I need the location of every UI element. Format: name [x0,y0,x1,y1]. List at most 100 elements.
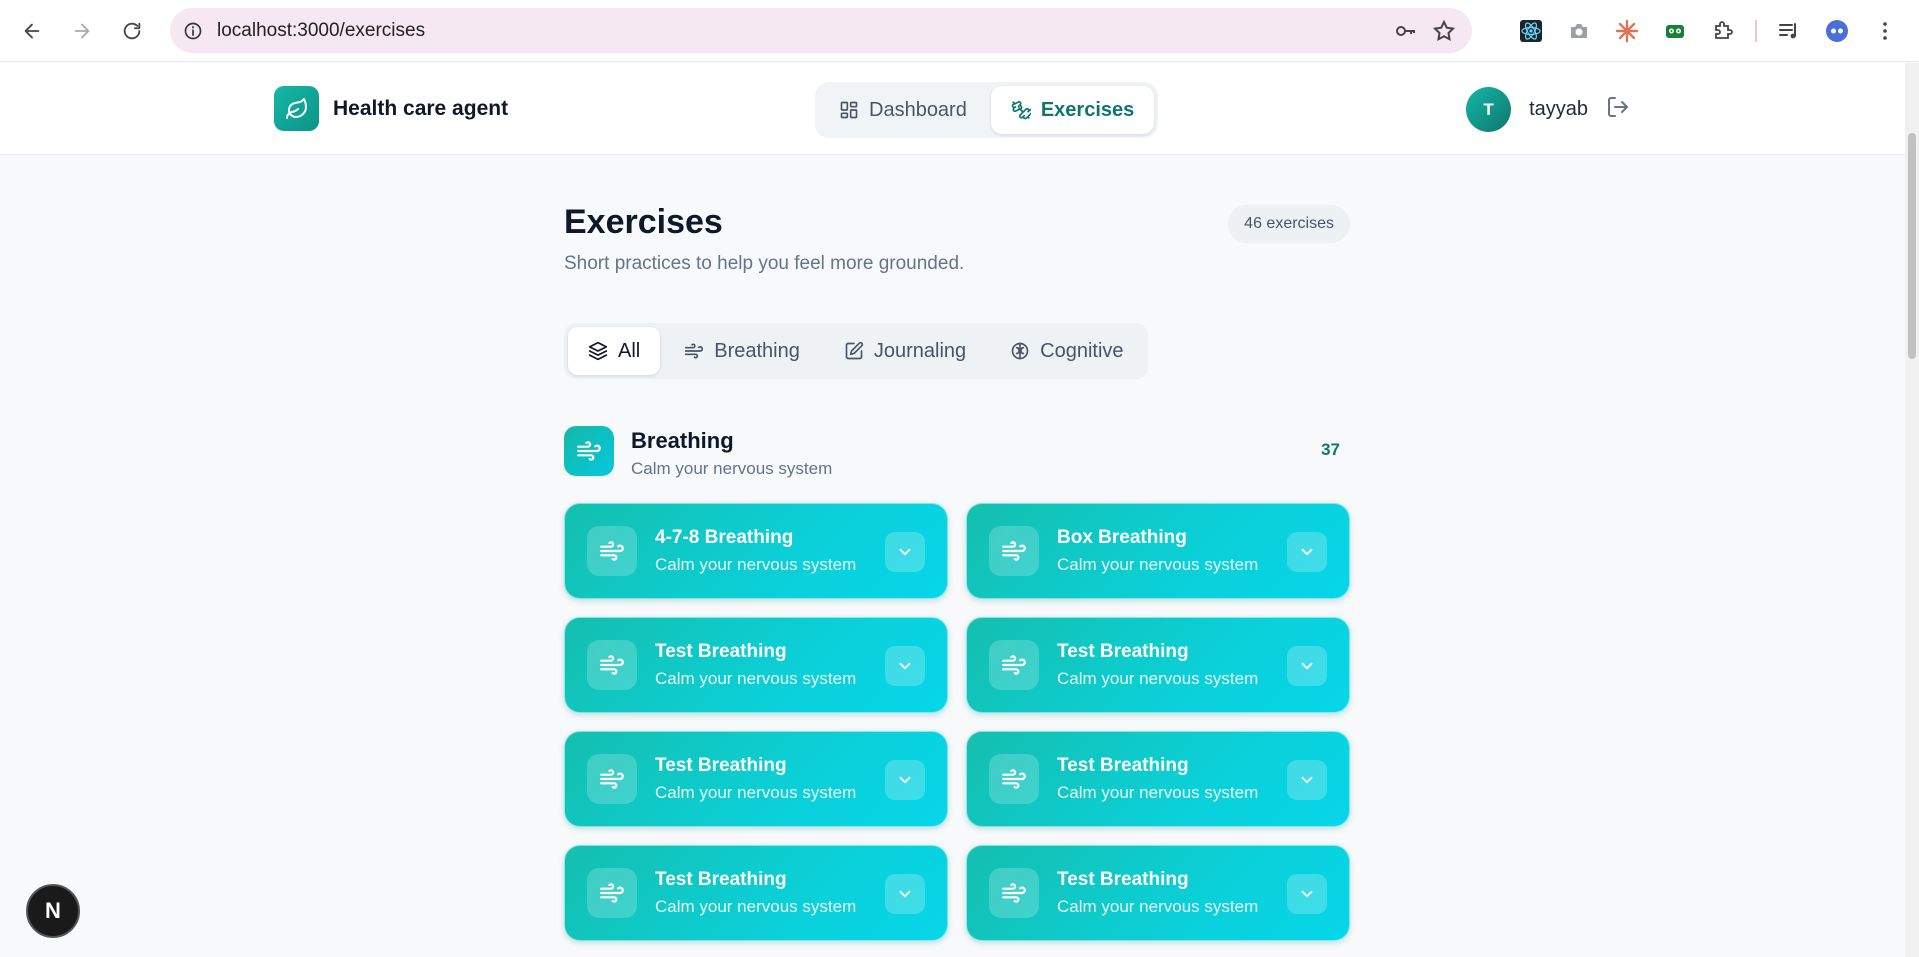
exercise-card-title: Box Breathing [1057,527,1187,548]
exercise-card-title: Test Breathing [655,755,787,776]
nav-dashboard[interactable]: Dashboard [819,86,987,134]
filter-tab-label: Breathing [714,339,800,362]
expand-button[interactable] [1287,532,1327,572]
logout-button[interactable] [1606,95,1630,124]
chevron-down-icon [899,890,911,898]
chevron-down-icon [1301,662,1313,670]
exercise-card-title: Test Breathing [1057,755,1189,776]
filter-tab-breathing[interactable]: Breathing [664,327,820,375]
bookmark-star-icon[interactable] [1432,19,1456,43]
wind-icon [587,754,637,804]
url-text[interactable]: localhost:3000/exercises [217,20,1394,42]
toolbar-separator [1755,20,1757,42]
filter-tab-journaling[interactable]: Journaling [824,327,986,375]
claude-extension-icon[interactable] [1611,15,1643,47]
exercise-grid: 4-7-8 Breathing Calm your nervous system… [564,503,1350,941]
wind-icon [685,343,704,359]
exercise-card[interactable]: Test Breathing Calm your nervous system [564,617,948,713]
wind-icon [989,640,1039,690]
exercise-card[interactable]: Test Breathing Calm your nervous system [966,617,1350,713]
exercise-card-subtitle: Calm your nervous system [1057,897,1259,916]
browser-toolbar: localhost:3000/exercises [0,0,1919,62]
page-title: Exercises [564,203,723,241]
user-menu: T tayyab [1466,87,1630,132]
exercise-card[interactable]: Test Breathing Calm your nervous system [564,845,948,941]
exercise-card-title: Test Breathing [655,869,787,890]
exercise-card-subtitle: Calm your nervous system [1057,783,1259,802]
browser-menu-icon[interactable] [1869,15,1901,47]
media-playlist-icon[interactable] [1773,15,1805,47]
expand-button[interactable] [885,760,925,800]
forward-button[interactable] [62,11,102,51]
exercise-card-title: Test Breathing [655,641,787,662]
wind-icon [587,640,637,690]
exercise-card-subtitle: Calm your nervous system [655,669,857,688]
exercises-icon [1011,101,1031,120]
edit-icon [845,341,863,360]
logout-icon [1608,97,1628,117]
username: tayyab [1529,98,1588,120]
exercise-card[interactable]: Test Breathing Calm your nervous system [966,845,1350,941]
wind-icon [564,426,614,476]
react-devtools-extension-icon[interactable] [1515,15,1547,47]
password-key-icon[interactable] [1394,19,1418,43]
leaf-logo-icon [274,86,319,131]
wind-icon [587,868,637,918]
brain-icon [1011,342,1029,360]
nav-exercises[interactable]: Exercises [990,86,1155,134]
expand-button[interactable] [1287,874,1327,914]
nextjs-devtools-button[interactable]: N [26,884,80,938]
exercise-card-title: Test Breathing [1057,869,1189,890]
page-subtitle: Short practices to help you feel more gr… [564,253,965,274]
exercise-card-subtitle: Calm your nervous system [655,555,857,574]
avatar[interactable]: T [1466,87,1512,132]
wind-icon [989,868,1039,918]
site-info-icon[interactable] [170,21,215,41]
robot-extension-icon[interactable] [1659,15,1691,47]
wind-icon [989,526,1039,576]
brand[interactable]: Health care agent [274,86,508,131]
section-header-breathing: Breathing Calm your nervous system 37 [564,426,1350,482]
brand-name: Health care agent [333,96,509,120]
main-nav: Dashboard Exercises [815,82,1159,138]
filter-tab-label: Journaling [873,339,967,362]
arrow-left-icon [24,23,40,39]
back-button[interactable] [12,11,52,51]
reload-icon [123,22,141,40]
expand-button[interactable] [885,532,925,572]
wind-icon [587,526,637,576]
filter-tab-cognitive[interactable]: Cognitive [990,327,1143,375]
extensions-puzzle-icon[interactable] [1707,15,1739,47]
filter-tab-all[interactable]: All [568,327,661,375]
exercise-card-subtitle: Calm your nervous system [1057,669,1259,688]
profile-avatar-icon[interactable] [1821,15,1853,47]
scrollbar-thumb[interactable] [1908,133,1916,359]
chevron-down-icon [1301,548,1313,556]
section-count: 37 [1321,440,1340,459]
exercise-card-subtitle: Calm your nervous system [655,897,857,916]
arrow-right-icon [74,23,90,39]
exercise-card[interactable]: 4-7-8 Breathing Calm your nervous system [564,503,948,599]
chevron-down-icon [899,548,911,556]
expand-button[interactable] [1287,760,1327,800]
filter-tab-label: All [618,339,641,362]
chevron-down-icon [1301,776,1313,784]
camera-extension-icon[interactable] [1563,15,1595,47]
page-scrollbar[interactable] [1905,63,1919,957]
section-title: Breathing [631,428,734,453]
expand-button[interactable] [885,874,925,914]
nav-dashboard-label: Dashboard [869,98,967,121]
section-subtitle: Calm your nervous system [631,459,833,478]
nav-exercises-label: Exercises [1040,98,1135,121]
filter-tab-label: Cognitive [1040,339,1124,362]
reload-button[interactable] [112,11,152,51]
exercise-card[interactable]: Box Breathing Calm your nervous system [966,503,1350,599]
app-header: Health care agent Dashboard Exercises T … [0,63,1905,155]
layers-icon [588,341,608,361]
expand-button[interactable] [885,646,925,686]
exercise-card[interactable]: Test Breathing Calm your nervous system [966,731,1350,827]
address-bar[interactable]: localhost:3000/exercises [170,8,1472,53]
exercise-card[interactable]: Test Breathing Calm your nervous system [564,731,948,827]
exercise-card-title: Test Breathing [1057,641,1189,662]
expand-button[interactable] [1287,646,1327,686]
